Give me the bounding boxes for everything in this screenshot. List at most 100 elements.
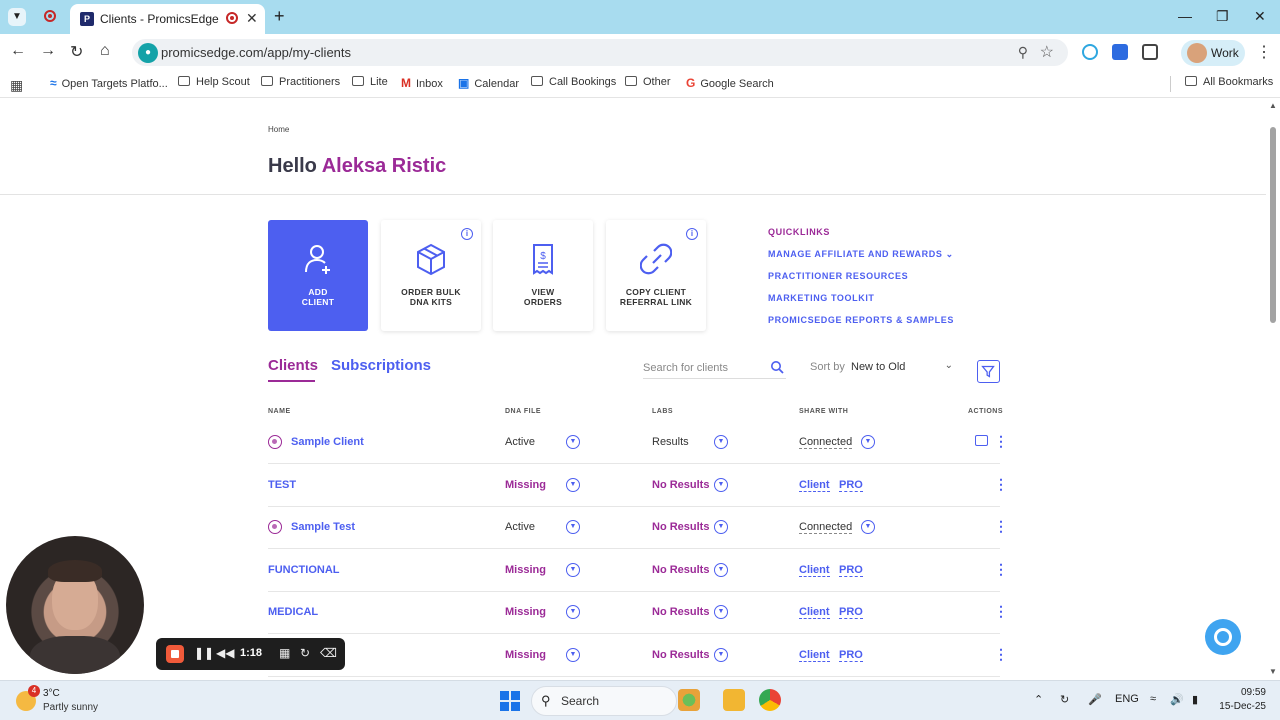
add-client-card[interactable]: ADD CLIENT bbox=[268, 220, 368, 331]
share-pro-link[interactable]: PRO bbox=[839, 479, 863, 492]
row-actions-menu-icon[interactable]: ⋮ bbox=[994, 434, 1008, 448]
tray-expand-icon[interactable]: ⌃ bbox=[1034, 693, 1043, 706]
windows-start-icon[interactable] bbox=[500, 691, 520, 711]
scrollbar-thumb[interactable] bbox=[1270, 127, 1276, 323]
back-arrow-icon[interactable]: ← bbox=[10, 42, 26, 60]
breadcrumb[interactable]: Home bbox=[268, 125, 289, 134]
quicklink-marketing-toolkit[interactable]: MARKETING TOOLKIT bbox=[768, 293, 875, 303]
table-row[interactable]: Sample Client Active ▼ Results ▼ Connected ▼ ⋮ bbox=[268, 422, 1008, 464]
trash-icon[interactable]: ⌫ bbox=[320, 646, 337, 660]
zoom-icon[interactable]: ⚲ bbox=[1018, 44, 1028, 61]
share-pro-link[interactable]: PRO bbox=[839, 606, 863, 619]
taskbar-app-plant-icon[interactable] bbox=[678, 689, 700, 711]
sort-select[interactable]: New to Old ⌄ bbox=[851, 360, 955, 373]
wifi-icon[interactable]: ≈ bbox=[1150, 693, 1156, 705]
chevron-down-icon[interactable]: ▼ bbox=[566, 605, 580, 619]
grid-icon[interactable]: ▦ bbox=[279, 646, 290, 660]
share-pro-link[interactable]: PRO bbox=[839, 649, 863, 662]
bookmark-practitioners[interactable]: Practitioners bbox=[261, 76, 340, 88]
restore-window-icon[interactable]: ❐ bbox=[1216, 8, 1229, 25]
client-name[interactable]: TEST bbox=[268, 479, 296, 491]
tab-clients[interactable]: Clients bbox=[268, 357, 318, 374]
chevron-down-icon[interactable]: ▼ bbox=[714, 477, 728, 492]
taskbar-search[interactable]: ⚲ Search bbox=[531, 686, 677, 716]
url-text[interactable]: promicsedge.com/app/my-clients bbox=[161, 45, 351, 60]
share-client-link[interactable]: Client bbox=[799, 606, 830, 619]
tab-subscriptions[interactable]: Subscriptions bbox=[331, 357, 431, 374]
chevron-down-icon[interactable]: ▼ bbox=[566, 647, 580, 662]
battery-icon[interactable]: ▮ bbox=[1192, 693, 1198, 706]
webcam-overlay[interactable] bbox=[6, 536, 144, 674]
row-actions-menu-icon[interactable]: ⋮ bbox=[994, 647, 1008, 661]
table-row[interactable]: FUNCTIONAL Missing ▼ No Results ▼ Client PRO ⋮ bbox=[268, 550, 1008, 592]
stop-recording-button[interactable] bbox=[166, 645, 184, 663]
chevron-down-icon[interactable]: ▼ bbox=[566, 520, 580, 534]
close-window-icon[interactable]: ✕ bbox=[1254, 8, 1266, 25]
rewind-icon[interactable]: ◀◀ bbox=[216, 646, 234, 660]
microphone-icon[interactable]: 🎤 bbox=[1088, 693, 1102, 706]
view-orders-card[interactable]: $ VIEW ORDERS bbox=[493, 220, 593, 331]
info-icon[interactable]: i bbox=[686, 228, 698, 240]
chevron-down-icon[interactable]: ▼ bbox=[714, 435, 728, 449]
chevron-down-icon[interactable]: ▼ bbox=[714, 605, 728, 619]
bookmark-help-scout[interactable]: Help Scout bbox=[178, 76, 250, 88]
share-client-link[interactable]: Client bbox=[799, 649, 830, 662]
client-name[interactable]: FUNCTIONAL bbox=[268, 564, 340, 576]
scroll-up-icon[interactable]: ▲ bbox=[1269, 101, 1277, 110]
row-actions-menu-icon[interactable]: ⋮ bbox=[994, 604, 1008, 618]
profile-button[interactable]: Work bbox=[1181, 40, 1245, 66]
chrome-taskbar-icon[interactable] bbox=[759, 689, 781, 711]
quicklink-practitioner-resources[interactable]: PRACTITIONER RESOURCES bbox=[768, 271, 908, 281]
search-icon[interactable] bbox=[770, 360, 784, 374]
client-pin-icon[interactable] bbox=[268, 520, 282, 534]
pause-icon[interactable]: ❚❚ bbox=[194, 646, 214, 660]
volume-icon[interactable]: 🔊 bbox=[1170, 693, 1184, 706]
chevron-down-icon[interactable]: ▼ bbox=[714, 520, 728, 534]
home-icon[interactable]: ⌂ bbox=[100, 42, 110, 60]
address-bar[interactable]: ● promicsedge.com/app/my-clients ⚲ ☆ bbox=[132, 39, 1068, 66]
bookmark-star-icon[interactable]: ☆ bbox=[1040, 42, 1054, 62]
chevron-down-icon[interactable]: ▼ bbox=[714, 647, 728, 662]
browser-menu-icon[interactable]: ⋮ bbox=[1256, 42, 1272, 62]
table-row[interactable]: MEDICAL Missing ▼ No Results ▼ Client PRO ⋮ bbox=[268, 592, 1008, 634]
chevron-down-icon[interactable]: ▼ bbox=[566, 562, 580, 577]
quicklink-manage-affiliate[interactable]: MANAGE AFFILIATE AND REWARDS ⌄ bbox=[768, 249, 954, 260]
table-row[interactable]: Sample Test Active ▼ No Results ▼ Connected ▼ ⋮ bbox=[268, 507, 1008, 549]
apps-grid-icon[interactable]: ▦ bbox=[10, 77, 23, 94]
bookmark-call-bookings[interactable]: Call Bookings bbox=[531, 76, 616, 88]
new-tab-button[interactable]: + bbox=[274, 6, 285, 27]
client-name[interactable]: Sample Test bbox=[291, 521, 355, 533]
scroll-down-icon[interactable]: ▼ bbox=[1269, 667, 1277, 676]
order-bulk-dna-kits-card[interactable]: i ORDER BULK DNA KITS bbox=[381, 220, 481, 331]
forward-arrow-icon[interactable]: → bbox=[40, 42, 56, 60]
tab-close-icon[interactable]: ✕ bbox=[246, 10, 258, 27]
site-info-icon[interactable]: ● bbox=[138, 43, 158, 63]
row-actions-menu-icon[interactable]: ⋮ bbox=[994, 562, 1008, 576]
bookmark-open-targets[interactable]: ≈ Open Targets Platfo... bbox=[50, 76, 168, 90]
row-actions-menu-icon[interactable]: ⋮ bbox=[994, 477, 1008, 491]
tab-search-menu-button[interactable]: ▼ bbox=[8, 8, 26, 26]
language-indicator[interactable]: ENG bbox=[1115, 693, 1139, 705]
restart-icon[interactable]: ↻ bbox=[300, 646, 310, 660]
chevron-down-icon[interactable]: ▼ bbox=[566, 477, 580, 492]
client-pin-icon[interactable] bbox=[268, 435, 282, 449]
all-bookmarks-button[interactable]: All Bookmarks bbox=[1185, 76, 1273, 88]
client-name[interactable]: MEDICAL bbox=[268, 606, 318, 618]
share-client-link[interactable]: Client bbox=[799, 479, 830, 492]
page-scrollbar[interactable]: ▲ ▼ bbox=[1268, 101, 1278, 679]
tray-sync-icon[interactable]: ↻ bbox=[1060, 693, 1069, 706]
bookmark-inbox[interactable]: M Inbox bbox=[401, 76, 443, 90]
quicklink-reports-samples[interactable]: PROMICSEDGE REPORTS & SAMPLES bbox=[768, 315, 954, 325]
bookmark-google-search[interactable]: G Google Search bbox=[686, 76, 774, 90]
reload-icon[interactable]: ↻ bbox=[70, 42, 83, 62]
chevron-down-icon[interactable]: ▼ bbox=[566, 435, 580, 449]
row-actions-menu-icon[interactable]: ⋮ bbox=[994, 519, 1008, 533]
chevron-down-icon[interactable]: ▼ bbox=[861, 435, 875, 449]
extension-grid-icon[interactable] bbox=[1112, 44, 1128, 60]
extension-c-icon[interactable] bbox=[1082, 44, 1098, 60]
info-icon[interactable]: i bbox=[461, 228, 473, 240]
table-row[interactable]: TEST Missing ▼ No Results ▼ Client PRO ⋮ bbox=[268, 465, 1008, 507]
chat-icon[interactable] bbox=[975, 435, 988, 446]
filter-button[interactable] bbox=[977, 360, 1000, 383]
extensions-puzzle-icon[interactable] bbox=[1142, 44, 1158, 60]
